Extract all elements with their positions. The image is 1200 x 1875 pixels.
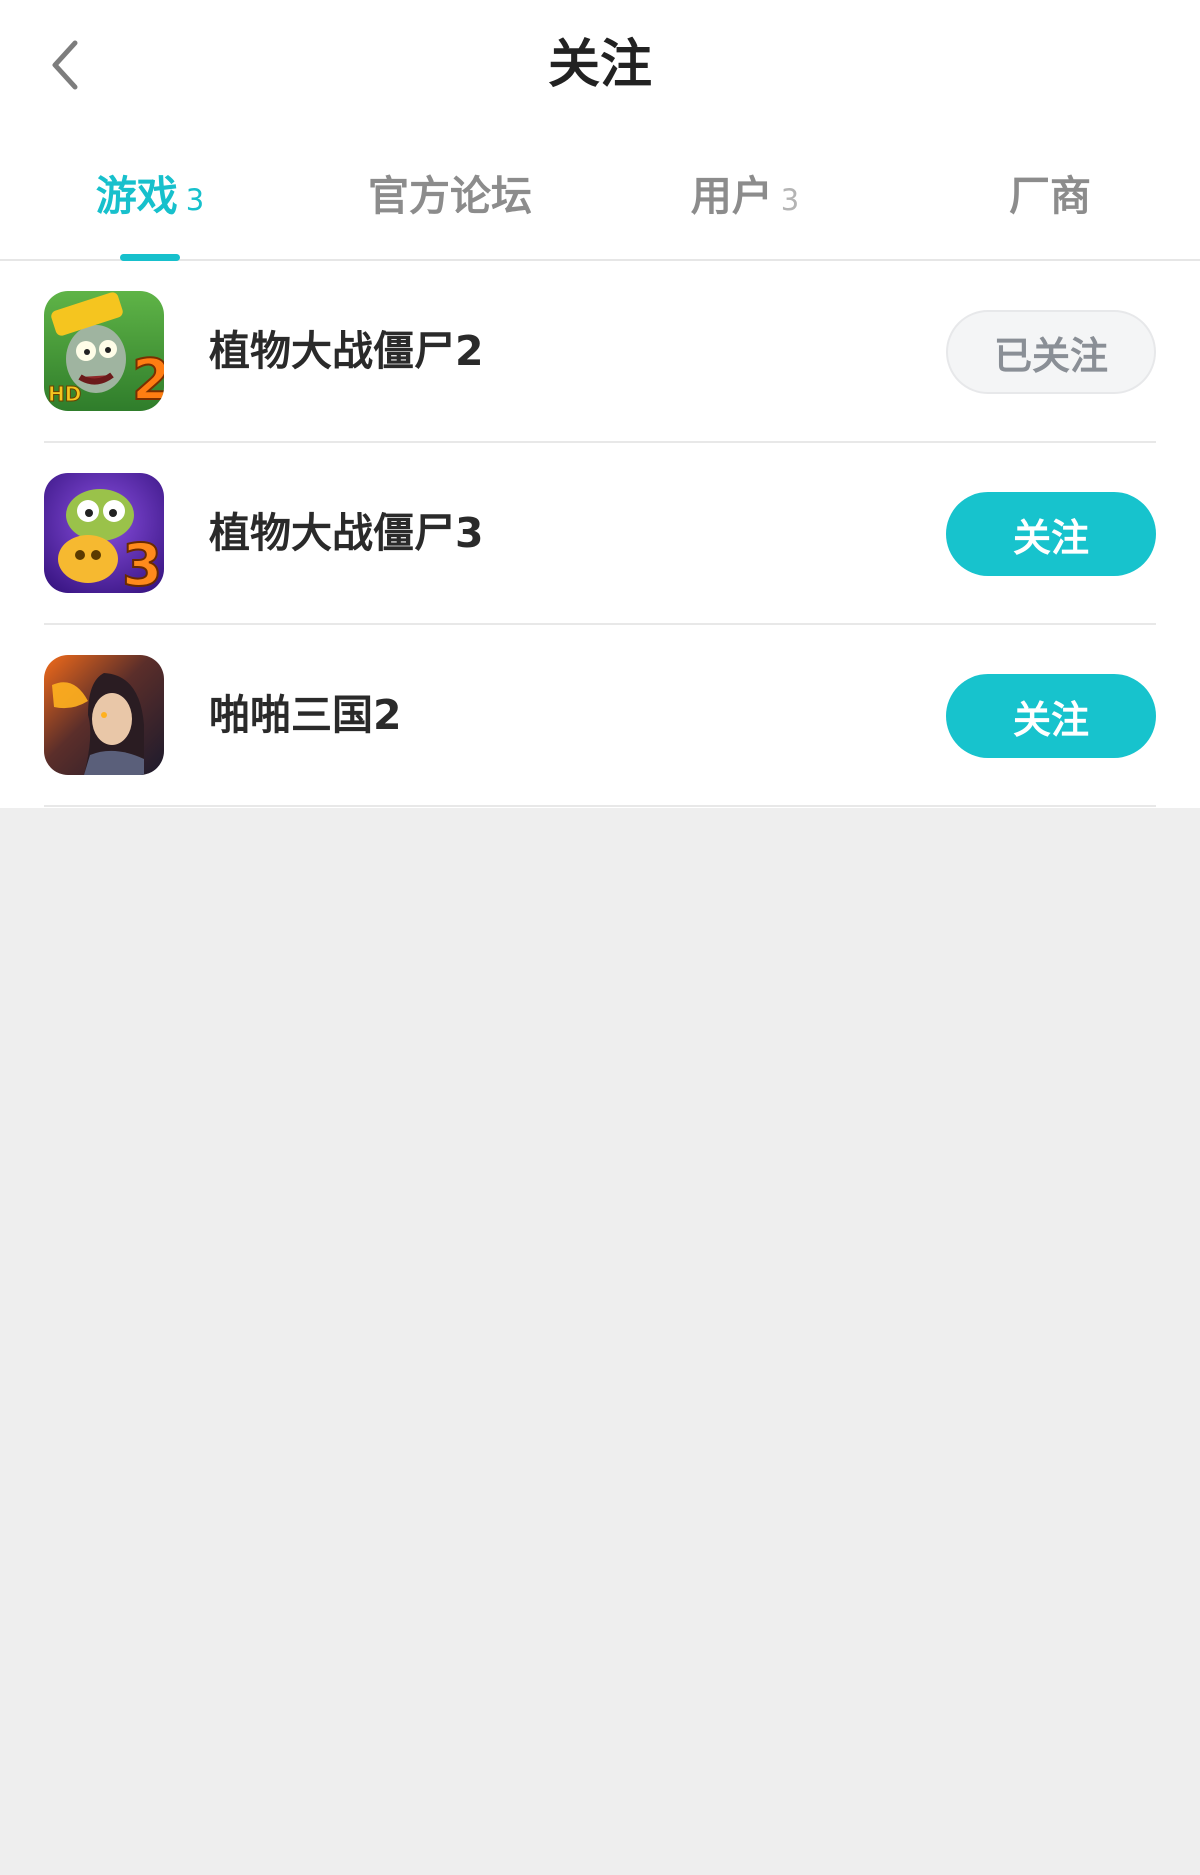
game-name: 啪啪三国2 <box>209 691 402 739</box>
active-tab-indicator <box>120 254 180 261</box>
pvz3-game-icon: 3 <box>44 473 164 593</box>
follow-button[interactable]: 关注 <box>946 492 1156 576</box>
svg-text:2: 2 <box>132 348 164 411</box>
tab-bar: 游戏 3 官方论坛 用户 3 厂商 <box>0 130 1200 261</box>
svg-text:3: 3 <box>122 531 162 593</box>
list-item[interactable]: 3 植物大战僵尸3 关注 <box>0 443 1200 625</box>
followed-button[interactable]: 已关注 <box>946 310 1156 394</box>
tab-label: 官方论坛 <box>368 172 532 220</box>
page: 关注 游戏 3 官方论坛 用户 3 厂商 2 HD 植物大战僵尸2 已关注 3 … <box>0 0 1200 1875</box>
list-item[interactable]: 2 HD 植物大战僵尸2 已关注 <box>0 261 1200 443</box>
tab-count: 3 <box>780 183 800 217</box>
list-item[interactable]: 啪啪三国2 关注 <box>0 625 1200 807</box>
pvz2-game-icon: 2 HD <box>44 291 164 411</box>
header-bar: 关注 <box>0 0 1200 130</box>
tab-count: 3 <box>185 183 205 217</box>
tab-label: 用户 <box>690 172 773 220</box>
tab-label: 游戏 <box>95 172 178 220</box>
tab-official-forum[interactable]: 官方论坛 <box>350 166 550 226</box>
follow-button[interactable]: 关注 <box>946 674 1156 758</box>
tab-vendors[interactable]: 厂商 <box>990 166 1110 226</box>
svg-text:HD: HD <box>48 382 81 406</box>
game-name: 植物大战僵尸3 <box>209 509 484 557</box>
papa-sanguo2-game-icon <box>44 655 164 775</box>
page-title: 关注 <box>547 35 652 95</box>
tab-games[interactable]: 游戏 3 <box>60 166 240 226</box>
divider <box>44 805 1156 807</box>
followed-games-list: 2 HD 植物大战僵尸2 已关注 3 植物大战僵尸3 关注 啪啪三国2 关注 <box>0 261 1200 808</box>
tab-users[interactable]: 用户 3 <box>660 166 830 226</box>
game-name: 植物大战僵尸2 <box>209 327 484 375</box>
tab-label: 厂商 <box>1009 172 1091 220</box>
